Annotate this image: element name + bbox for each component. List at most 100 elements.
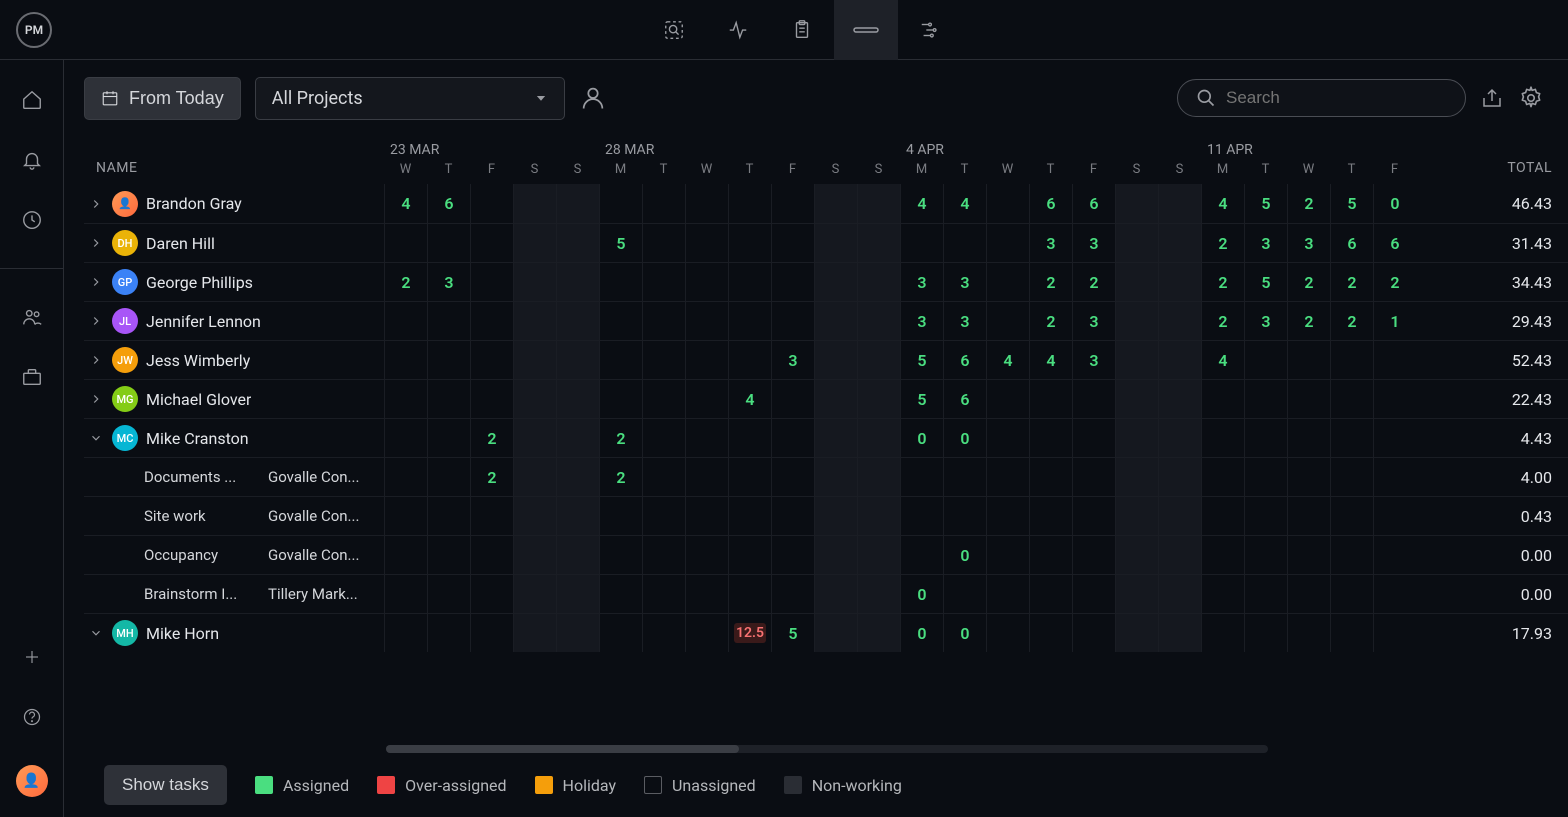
day-cell[interactable] <box>685 263 728 301</box>
day-cell[interactable] <box>1287 458 1330 496</box>
day-cell[interactable] <box>427 614 470 652</box>
gear-icon[interactable] <box>1518 85 1544 111</box>
day-cell[interactable] <box>986 419 1029 457</box>
day-cell[interactable] <box>1287 497 1330 535</box>
day-cell[interactable] <box>556 263 599 301</box>
day-cell[interactable] <box>556 575 599 613</box>
expand-icon[interactable] <box>88 392 104 406</box>
day-cell[interactable]: 2 <box>1201 263 1244 301</box>
day-cell[interactable] <box>513 224 556 262</box>
day-cell[interactable] <box>857 419 900 457</box>
day-cell[interactable] <box>599 302 642 340</box>
expand-icon[interactable] <box>88 275 104 289</box>
day-cell[interactable]: 0 <box>943 614 986 652</box>
day-cell[interactable] <box>384 341 427 379</box>
day-cell[interactable] <box>556 536 599 574</box>
day-cell[interactable] <box>771 302 814 340</box>
day-cell[interactable] <box>900 536 943 574</box>
day-cell[interactable] <box>1330 497 1373 535</box>
day-cell[interactable] <box>1029 575 1072 613</box>
person-name[interactable]: Mike Cranston <box>146 429 249 448</box>
day-cell[interactable] <box>1115 224 1158 262</box>
day-cell[interactable] <box>814 497 857 535</box>
expand-icon[interactable] <box>88 197 104 211</box>
day-cell[interactable] <box>728 536 771 574</box>
day-cell[interactable] <box>556 341 599 379</box>
day-cell[interactable] <box>1029 614 1072 652</box>
day-cell[interactable]: 4 <box>1201 184 1244 223</box>
day-cell[interactable] <box>857 184 900 223</box>
day-cell[interactable] <box>814 302 857 340</box>
day-cell[interactable] <box>1115 419 1158 457</box>
day-cell[interactable] <box>513 614 556 652</box>
day-cell[interactable]: 3 <box>943 263 986 301</box>
day-cell[interactable] <box>814 419 857 457</box>
day-cell[interactable]: 6 <box>1330 224 1373 262</box>
day-cell[interactable] <box>470 614 513 652</box>
day-cell[interactable] <box>513 419 556 457</box>
day-cell[interactable] <box>771 536 814 574</box>
day-cell[interactable] <box>986 263 1029 301</box>
day-cell[interactable] <box>642 536 685 574</box>
day-cell[interactable] <box>1373 458 1416 496</box>
current-user-avatar[interactable]: 👤 <box>16 765 48 797</box>
day-cell[interactable] <box>771 224 814 262</box>
day-cell[interactable] <box>1373 380 1416 418</box>
day-cell[interactable] <box>427 302 470 340</box>
person-name[interactable]: Michael Glover <box>146 390 251 409</box>
day-cell[interactable] <box>556 614 599 652</box>
day-cell[interactable]: 2 <box>1029 302 1072 340</box>
day-cell[interactable] <box>728 302 771 340</box>
day-cell[interactable]: 2 <box>1201 302 1244 340</box>
day-cell[interactable] <box>1072 419 1115 457</box>
day-cell[interactable] <box>728 419 771 457</box>
day-cell[interactable] <box>1158 458 1201 496</box>
day-cell[interactable]: 4 <box>728 380 771 418</box>
day-cell[interactable] <box>513 380 556 418</box>
day-cell[interactable] <box>1072 380 1115 418</box>
day-cell[interactable] <box>1115 614 1158 652</box>
day-cell[interactable] <box>1287 575 1330 613</box>
day-cell[interactable]: 0 <box>900 614 943 652</box>
day-cell[interactable] <box>943 224 986 262</box>
day-cell[interactable] <box>814 184 857 223</box>
day-cell[interactable] <box>470 224 513 262</box>
day-cell[interactable]: 4 <box>900 184 943 223</box>
day-cell[interactable] <box>470 575 513 613</box>
day-cell[interactable] <box>1373 341 1416 379</box>
day-cell[interactable] <box>728 575 771 613</box>
day-cell[interactable] <box>857 458 900 496</box>
day-cell[interactable]: 3 <box>1029 224 1072 262</box>
day-cell[interactable] <box>1244 419 1287 457</box>
day-cell[interactable] <box>685 341 728 379</box>
day-cell[interactable] <box>1158 302 1201 340</box>
day-cell[interactable] <box>1287 536 1330 574</box>
day-cell[interactable] <box>728 184 771 223</box>
day-cell[interactable]: 3 <box>943 302 986 340</box>
day-cell[interactable] <box>1244 458 1287 496</box>
person-name[interactable]: George Phillips <box>146 273 253 292</box>
day-cell[interactable] <box>1072 497 1115 535</box>
day-cell[interactable] <box>1373 497 1416 535</box>
day-cell[interactable] <box>986 575 1029 613</box>
day-cell[interactable] <box>986 458 1029 496</box>
day-cell[interactable] <box>599 341 642 379</box>
day-cell[interactable] <box>728 263 771 301</box>
day-cell[interactable] <box>900 458 943 496</box>
day-cell[interactable]: 4 <box>1029 341 1072 379</box>
day-cell[interactable] <box>642 224 685 262</box>
day-cell[interactable] <box>1201 419 1244 457</box>
day-cell[interactable] <box>1158 575 1201 613</box>
day-cell[interactable] <box>642 497 685 535</box>
day-cell[interactable] <box>470 497 513 535</box>
day-cell[interactable] <box>1244 536 1287 574</box>
day-cell[interactable] <box>685 497 728 535</box>
day-cell[interactable] <box>1158 184 1201 223</box>
day-cell[interactable]: 2 <box>1201 224 1244 262</box>
day-cell[interactable] <box>470 302 513 340</box>
day-cell[interactable] <box>814 458 857 496</box>
zoom-icon[interactable] <box>642 0 706 60</box>
day-cell[interactable] <box>1330 380 1373 418</box>
day-cell[interactable] <box>1158 341 1201 379</box>
day-cell[interactable] <box>642 341 685 379</box>
